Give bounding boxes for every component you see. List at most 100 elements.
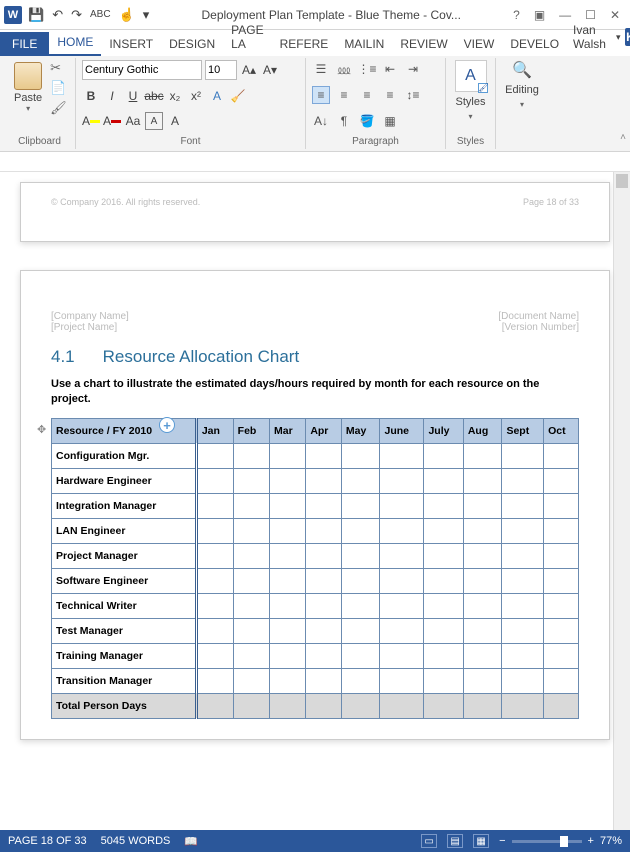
copy-icon[interactable]: 📄	[50, 80, 67, 96]
bullets-button[interactable]: ☰	[312, 60, 330, 78]
align-center-button[interactable]: ≡	[335, 86, 353, 104]
tab-home[interactable]: HOME	[49, 30, 101, 56]
table-move-handle-icon[interactable]: ✥	[37, 423, 46, 436]
document-area[interactable]: © Company 2016. All rights reserved. Pag…	[0, 154, 630, 830]
text-effects-button[interactable]: A	[208, 87, 226, 105]
redo-icon[interactable]: ↷	[71, 7, 82, 23]
zoom-slider[interactable]	[512, 840, 582, 843]
table-row[interactable]: Software Engineer	[52, 568, 579, 593]
table-row[interactable]: LAN Engineer	[52, 518, 579, 543]
decrease-indent-button[interactable]: ⇤	[381, 60, 399, 78]
increase-indent-button[interactable]: ⇥	[404, 60, 422, 78]
align-right-button[interactable]: ≡	[358, 86, 376, 104]
table-row[interactable]: Project Manager	[52, 543, 579, 568]
status-words[interactable]: 5045 WORDS	[101, 835, 171, 847]
superscript-button[interactable]: x²	[187, 87, 205, 105]
save-icon[interactable]: 💾	[28, 7, 44, 23]
tab-review[interactable]: REVIEW	[392, 32, 455, 56]
find-icon[interactable]: 🔍	[512, 60, 532, 80]
char-border-button[interactable]: A	[145, 112, 163, 130]
justify-button[interactable]: ≡	[381, 86, 399, 104]
collapse-ribbon-icon[interactable]: ˄	[620, 132, 626, 143]
spellcheck-icon[interactable]: ABC	[90, 9, 111, 20]
subscript-button[interactable]: x₂	[166, 87, 184, 105]
footer-page: Page 18 of 33	[523, 197, 579, 219]
chevron-down-icon: ▾	[26, 104, 30, 113]
ruler[interactable]	[0, 154, 630, 172]
font-color-button[interactable]: A	[103, 112, 121, 130]
table-row[interactable]: Transition Manager	[52, 668, 579, 693]
show-marks-button[interactable]: ¶	[335, 112, 353, 130]
print-layout-icon[interactable]: ▤	[447, 834, 463, 848]
zoom-level[interactable]: 77%	[600, 835, 622, 847]
underline-button[interactable]: U	[124, 87, 142, 105]
column-insert-icon[interactable]: +	[159, 417, 175, 433]
tab-design[interactable]: DESIGN	[161, 32, 223, 56]
proofing-icon[interactable]: 📖	[184, 835, 198, 848]
numbering-button[interactable]: ⅏	[335, 60, 353, 78]
table-total-row[interactable]: Total Person Days	[52, 693, 579, 718]
italic-button[interactable]: I	[103, 87, 121, 105]
table-header[interactable]: Jan	[196, 418, 233, 443]
shading-button[interactable]: 🪣	[358, 112, 376, 130]
touch-mode-icon[interactable]: ☝	[119, 7, 135, 23]
read-mode-icon[interactable]: ▭	[421, 834, 437, 848]
user-account[interactable]: Ivan Walsh ▾ K	[567, 18, 630, 56]
heading-title: Resource Allocation Chart	[103, 347, 300, 367]
ribbon-options-icon[interactable]: ▣	[534, 8, 545, 22]
table-header[interactable]: June	[380, 418, 424, 443]
web-layout-icon[interactable]: ▦	[473, 834, 489, 848]
tab-page-layout[interactable]: PAGE LA	[223, 18, 271, 56]
multilevel-button[interactable]: ⋮≡	[358, 60, 376, 78]
resource-table[interactable]: Resource / FY 2010JanFebMarAprMayJuneJul…	[51, 418, 579, 719]
zoom-in-icon[interactable]: +	[588, 835, 594, 847]
paste-button[interactable]: Paste ▾	[10, 60, 46, 115]
vertical-scrollbar[interactable]	[613, 172, 630, 830]
align-left-button[interactable]: ≡	[312, 86, 330, 104]
table-header[interactable]: Sept	[502, 418, 544, 443]
font-size-select[interactable]	[205, 60, 237, 80]
table-header[interactable]: Apr	[306, 418, 342, 443]
clear-formatting-icon[interactable]: 🧹	[229, 87, 247, 105]
cut-icon[interactable]: ✂	[50, 60, 67, 76]
table-header[interactable]: July	[424, 418, 463, 443]
phonetic-button[interactable]: A	[166, 112, 184, 130]
bold-button[interactable]: B	[82, 87, 100, 105]
table-row[interactable]: Configuration Mgr.	[52, 443, 579, 468]
table-row[interactable]: Test Manager	[52, 618, 579, 643]
table-row[interactable]: Hardware Engineer	[52, 468, 579, 493]
change-case-button[interactable]: Aa	[124, 112, 142, 130]
grow-font-icon[interactable]: A▴	[240, 61, 258, 79]
table-row[interactable]: Training Manager	[52, 643, 579, 668]
tab-file[interactable]: FILE	[0, 32, 49, 56]
tab-references[interactable]: REFERE	[272, 32, 337, 56]
table-header[interactable]: Oct	[544, 418, 579, 443]
status-page[interactable]: PAGE 18 OF 33	[8, 835, 87, 847]
borders-button[interactable]: ▦	[381, 112, 399, 130]
font-name-select[interactable]	[82, 60, 202, 80]
styles-gallery-icon[interactable]: A🖌	[455, 60, 487, 92]
undo-icon[interactable]: ↶	[52, 7, 63, 23]
line-spacing-button[interactable]: ↕≡	[404, 86, 422, 104]
table-header[interactable]: Aug	[463, 418, 502, 443]
format-painter-icon[interactable]: 🖌	[50, 100, 67, 116]
shrink-font-icon[interactable]: A▾	[261, 61, 279, 79]
user-name: Ivan Walsh	[573, 23, 612, 51]
tab-view[interactable]: VIEW	[456, 32, 503, 56]
table-row[interactable]: Integration Manager	[52, 493, 579, 518]
table-row[interactable]: Technical Writer	[52, 593, 579, 618]
table-header[interactable]: May	[341, 418, 380, 443]
table-header[interactable]: Feb	[233, 418, 269, 443]
tab-insert[interactable]: INSERT	[101, 32, 161, 56]
strikethrough-button[interactable]: abc	[145, 87, 163, 105]
tab-mailings[interactable]: MAILIN	[336, 32, 392, 56]
group-clipboard: Paste ▾ ✂ 📄 🖌 Clipboard	[4, 58, 76, 149]
sort-button[interactable]: A↓	[312, 112, 330, 130]
help-icon[interactable]: ?	[513, 8, 520, 22]
tab-developer[interactable]: DEVELO	[502, 32, 567, 56]
table-header[interactable]: Mar	[269, 418, 305, 443]
scrollbar-thumb[interactable]	[616, 174, 628, 188]
chevron-down-icon: ▾	[616, 32, 621, 43]
zoom-out-icon[interactable]: −	[499, 835, 505, 847]
highlight-button[interactable]: A	[82, 112, 100, 130]
